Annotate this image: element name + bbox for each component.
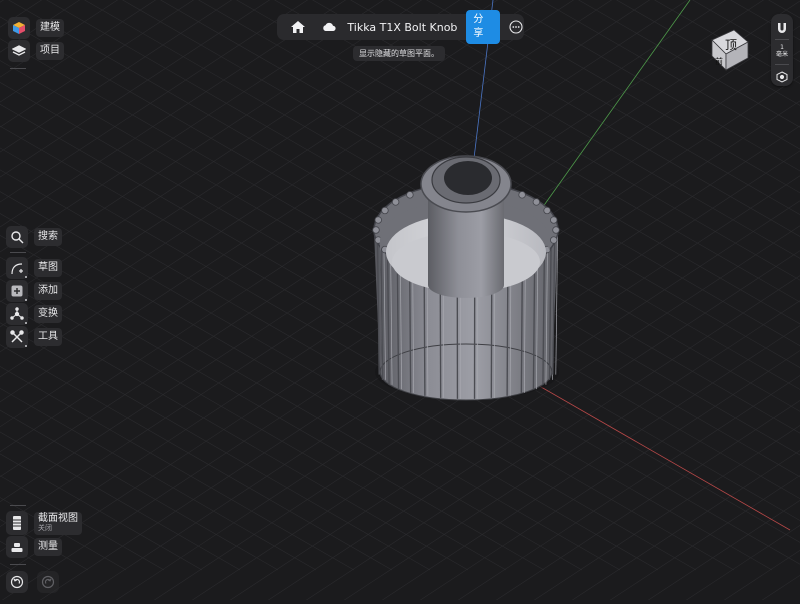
toolbar-divider <box>10 564 26 565</box>
add-icon <box>6 280 28 302</box>
sketch-plane-tooltip: 显示隐藏的草图平面。 <box>353 46 445 61</box>
magnet-snap-icon <box>775 21 789 35</box>
add-button[interactable]: 添加 <box>6 280 62 302</box>
document-title-bar: Tikka T1X Bolt Knob 分享 <box>277 14 524 40</box>
section-view-label: 截面视图 <box>38 514 78 524</box>
tools-button[interactable]: 工具 <box>6 326 62 348</box>
search-icon <box>6 226 28 248</box>
measure-button[interactable]: 测量 <box>6 536 62 558</box>
unit-label: 毫米 <box>771 51 793 58</box>
section-view-text: 截面视图 关闭 <box>34 512 82 535</box>
transform-icon <box>6 303 28 325</box>
project-label: 项目 <box>36 42 64 60</box>
model-workspace-button[interactable]: 建模 <box>8 17 64 39</box>
unit-value: 1 <box>771 44 793 51</box>
section-view-status: 关闭 <box>38 524 78 533</box>
project-button[interactable]: 项目 <box>8 40 64 62</box>
share-button[interactable]: 分享 <box>466 10 499 44</box>
model-workspace-label: 建模 <box>36 19 64 37</box>
unit-selector[interactable]: 1 毫米 <box>771 44 793 60</box>
layers-icon <box>8 40 30 62</box>
cloud-sync-indicator[interactable] <box>319 17 338 37</box>
view-settings-button[interactable] <box>776 68 788 80</box>
undo-icon <box>10 575 24 589</box>
toolbar-divider <box>10 252 26 253</box>
sketch-label: 草图 <box>34 259 62 277</box>
measure-icon <box>6 536 28 558</box>
transform-label: 变换 <box>34 305 62 323</box>
document-title[interactable]: Tikka T1X Bolt Knob <box>347 21 457 34</box>
cloud-icon <box>322 22 336 32</box>
redo-button[interactable] <box>37 571 59 593</box>
search-button[interactable]: 搜索 <box>6 226 62 248</box>
transform-button[interactable]: 变换 <box>6 303 62 325</box>
redo-icon <box>41 575 55 589</box>
home-button[interactable] <box>287 16 308 38</box>
toolbar-divider <box>10 68 26 69</box>
add-label: 添加 <box>34 282 62 300</box>
section-view-icon <box>6 511 28 535</box>
more-options-button[interactable] <box>509 19 524 35</box>
home-icon <box>290 20 306 34</box>
sketch-icon <box>6 257 28 279</box>
magnet-snap-button[interactable] <box>775 20 789 34</box>
sketch-button[interactable]: 草图 <box>6 257 62 279</box>
bolt-knob-model <box>373 156 560 400</box>
search-label: 搜索 <box>34 228 62 246</box>
view-settings-icon <box>776 71 788 83</box>
model-workspace-icon <box>8 17 30 39</box>
post-bore <box>444 161 492 195</box>
more-icon <box>509 20 523 34</box>
panel-divider <box>775 39 789 40</box>
x-axis <box>515 372 790 530</box>
right-settings-panel: 1 毫米 <box>771 14 793 86</box>
3d-viewport[interactable]: 顶 前 <box>0 0 800 600</box>
toolbar-divider <box>10 505 26 506</box>
panel-divider <box>775 64 789 65</box>
view-cube-front-label: 前 <box>715 56 723 66</box>
undo-button[interactable] <box>6 571 28 593</box>
tools-label: 工具 <box>34 328 62 346</box>
tools-icon <box>6 326 28 348</box>
view-cube-top-label: 顶 <box>725 38 737 52</box>
measure-label: 测量 <box>34 538 62 556</box>
section-view-button[interactable]: 截面视图 关闭 <box>6 511 82 535</box>
